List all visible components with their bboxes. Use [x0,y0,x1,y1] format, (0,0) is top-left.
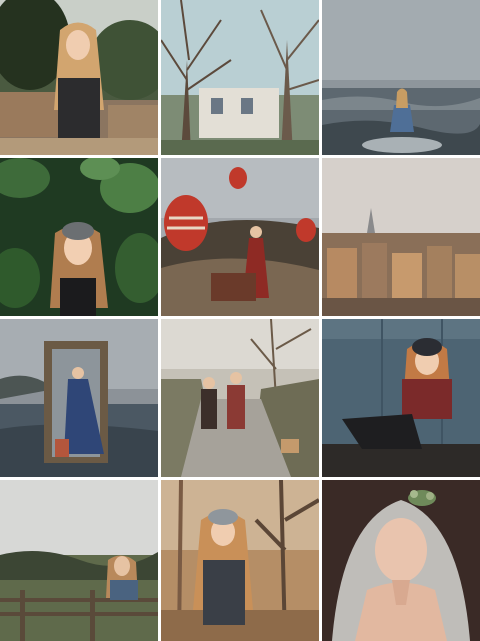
photo-stormy-sea [322,0,480,155]
photo-autumn-woods [161,480,319,641]
photo-tile-5[interactable] [161,158,319,316]
photo-tile-1[interactable] [0,0,158,155]
photo-tile-12[interactable] [322,480,480,641]
photo-fence-field [0,480,158,641]
photo-woman-leaves [0,158,158,316]
photo-couple-path [161,319,319,477]
photo-tile-3[interactable] [322,0,480,155]
photo-tile-9[interactable] [322,319,480,477]
photo-tile-8[interactable] [161,319,319,477]
photo-grid [0,0,480,641]
photo-city-skyline [322,158,480,316]
photo-tile-11[interactable] [161,480,319,641]
photo-tile-2[interactable] [161,0,319,155]
photo-woman-garden [0,0,158,155]
photo-blue-wall [322,319,480,477]
photo-veiled-woman [322,480,480,641]
photo-tile-6[interactable] [322,158,480,316]
photo-tile-7[interactable] [0,319,158,477]
photo-tile-10[interactable] [0,480,158,641]
photo-tile-4[interactable] [0,158,158,316]
photo-bare-trees [161,0,319,155]
photo-red-balloons [161,158,319,316]
photo-door-sea [0,319,158,477]
